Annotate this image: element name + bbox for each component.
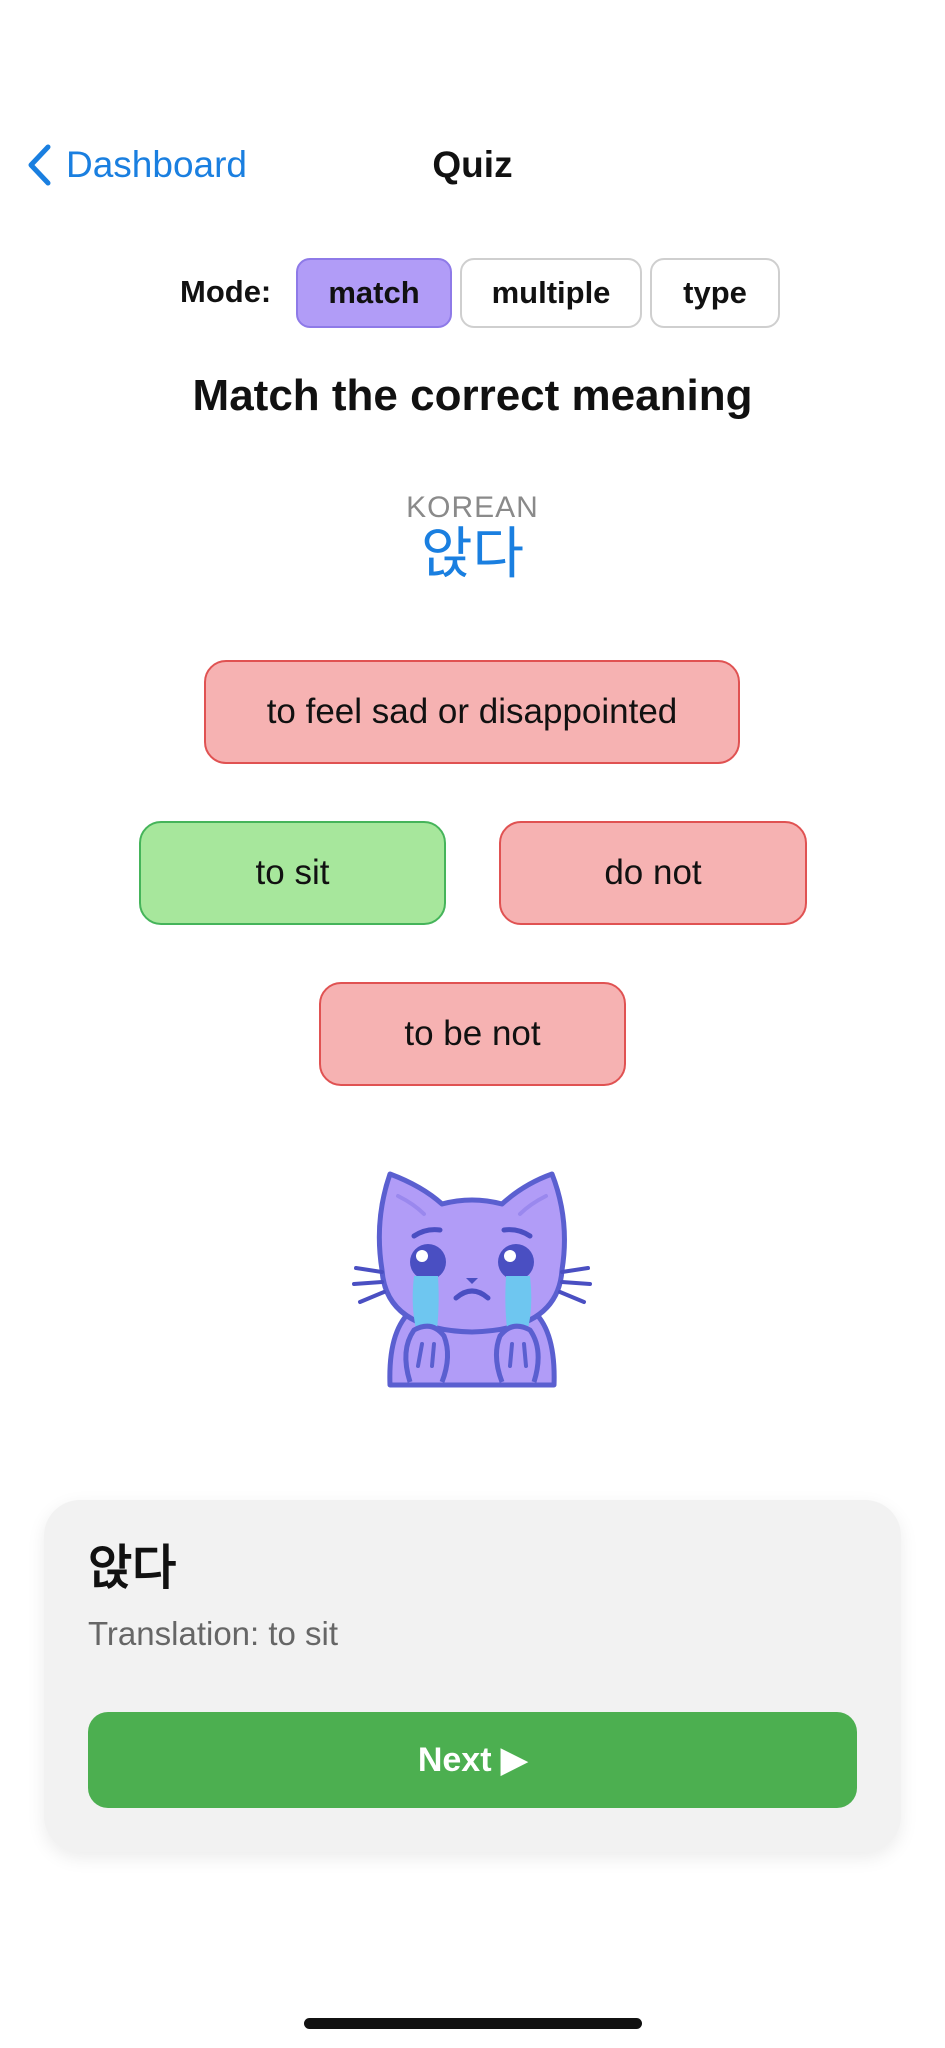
nav-bar: Dashboard Quiz — [0, 130, 945, 202]
answer-option-correct[interactable]: to sit — [139, 821, 446, 925]
mode-multiple-button[interactable]: multiple — [460, 258, 642, 328]
mode-type-button[interactable]: type — [650, 258, 780, 328]
feedback-panel: 앉다 Translation: to sit Next ▶ — [44, 1500, 901, 1852]
next-button[interactable]: Next ▶ — [88, 1712, 857, 1808]
feedback-word: 앉다 — [88, 1540, 177, 1596]
answer-option[interactable]: to feel sad or disappointed — [204, 660, 740, 764]
page-title: Quiz — [432, 144, 513, 185]
home-indicator[interactable] — [304, 2018, 642, 2029]
quiz-prompt: Match the correct meaning — [192, 371, 753, 420]
mode-label: Mode: — [180, 274, 272, 309]
crying-cat-icon — [352, 1160, 592, 1400]
feedback-translation: Translation: to sit — [88, 1615, 339, 1652]
answer-option[interactable]: to be not — [319, 982, 626, 1086]
mode-selector: Mode: match multiple type — [0, 258, 945, 328]
mode-match-button[interactable]: match — [296, 258, 452, 328]
answer-option[interactable]: do not — [499, 821, 807, 925]
quiz-word: 앉다 — [420, 522, 525, 587]
